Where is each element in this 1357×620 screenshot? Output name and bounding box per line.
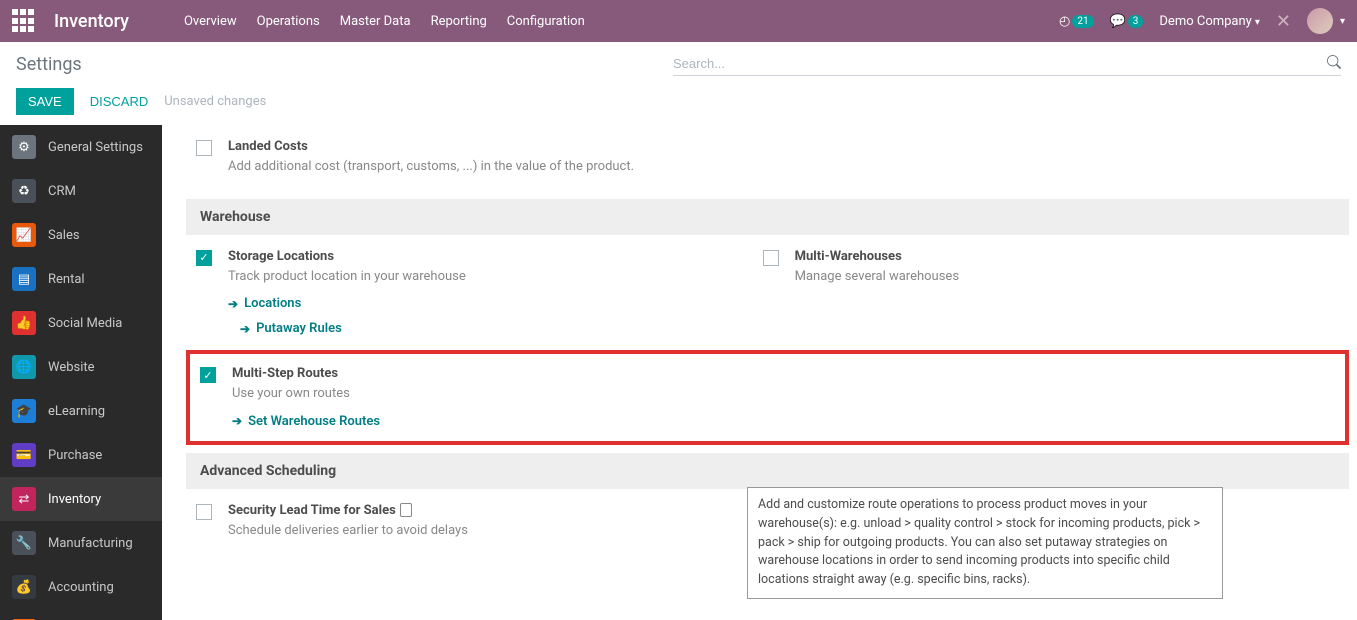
- sidebar-item-inventory[interactable]: ⇄ Inventory: [0, 477, 162, 521]
- setting-title: Multi-Step Routes: [232, 366, 1335, 381]
- messages-button[interactable]: 💬 3: [1110, 14, 1144, 29]
- sidebar-item-general-settings[interactable]: ⚙ General Settings: [0, 125, 162, 169]
- highlighted-multistep: Multi-Step Routes Use your own routes ➔S…: [186, 350, 1349, 445]
- sidebar-item-rental[interactable]: ▤ Rental: [0, 257, 162, 301]
- arrow-right-icon: ➔: [228, 297, 238, 311]
- sidebar-item-purchase[interactable]: 💳 Purchase: [0, 433, 162, 477]
- setting-desc: Track product location in your warehouse: [228, 267, 745, 287]
- avatar: [1307, 8, 1333, 34]
- user-menu[interactable]: ▾: [1307, 8, 1345, 34]
- sidebar-item-label: Social Media: [48, 316, 122, 331]
- sidebar-item-label: Accounting: [48, 580, 114, 595]
- sidebar-item-label: Inventory: [48, 492, 101, 507]
- sidebar-item-label: eLearning: [48, 404, 105, 419]
- page-title: Settings: [16, 54, 82, 75]
- chevron-down-icon: ▾: [1340, 16, 1345, 27]
- sidebar-item-label: Manufacturing: [48, 536, 133, 551]
- link-putaway-rules[interactable]: ➔Putaway Rules: [240, 321, 745, 336]
- close-icon[interactable]: ✕: [1276, 11, 1291, 32]
- checkbox-landed-costs[interactable]: [196, 140, 212, 156]
- top-navbar: Inventory Overview Operations Master Dat…: [0, 0, 1357, 42]
- nav-master-data[interactable]: Master Data: [340, 14, 411, 29]
- chat-icon: 💬: [1110, 14, 1126, 29]
- sidebar-icon: 💰: [12, 575, 36, 599]
- message-count: 3: [1128, 15, 1144, 28]
- sidebar-item-label: Purchase: [48, 448, 102, 463]
- checkbox-storage-locations[interactable]: [196, 250, 212, 266]
- setting-desc: Use your own routes: [232, 384, 1335, 404]
- link-locations[interactable]: ➔Locations: [228, 296, 745, 311]
- search-icon[interactable]: [1327, 55, 1341, 73]
- sidebar-icon: ⚙: [12, 135, 36, 159]
- search-input[interactable]: [673, 52, 1327, 75]
- sidebar-item-accounting[interactable]: 💰 Accounting: [0, 565, 162, 609]
- setting-title: Security Lead Time for Sales: [228, 503, 745, 518]
- checkbox-security-lead-sales[interactable]: [196, 504, 212, 520]
- company-selector[interactable]: Demo Company▾: [1159, 14, 1259, 29]
- tooltip: Add and customize route operations to pr…: [747, 487, 1223, 599]
- setting-title: Landed Costs: [228, 139, 745, 154]
- setting-title: Storage Locations: [228, 249, 745, 264]
- sidebar-item-crm[interactable]: ♻ CRM: [0, 169, 162, 213]
- sidebar-icon: 💳: [12, 443, 36, 467]
- sidebar-item-label: Rental: [48, 272, 85, 287]
- sidebar-icon: ▤: [12, 267, 36, 291]
- apps-icon[interactable]: [12, 9, 36, 33]
- nav-overview[interactable]: Overview: [184, 14, 237, 29]
- activity-count: 21: [1072, 15, 1093, 28]
- nav-configuration[interactable]: Configuration: [507, 14, 585, 29]
- nav-operations[interactable]: Operations: [257, 14, 320, 29]
- sidebar-item-label: Sales: [48, 228, 80, 243]
- setting-title: Multi-Warehouses: [795, 249, 1312, 264]
- link-set-warehouse-routes[interactable]: ➔Set Warehouse Routes: [232, 414, 1335, 429]
- setting-desc: Add additional cost (transport, customs,…: [228, 157, 745, 177]
- nav-reporting[interactable]: Reporting: [431, 14, 487, 29]
- checkbox-multi-warehouses[interactable]: [763, 250, 779, 266]
- chevron-down-icon: ▾: [1255, 17, 1260, 28]
- arrow-right-icon: ➔: [240, 322, 250, 336]
- sidebar-item-elearning[interactable]: 🎓 eLearning: [0, 389, 162, 433]
- discard-button[interactable]: DISCARD: [90, 94, 149, 109]
- activity-button[interactable]: ◴ 21: [1059, 14, 1094, 29]
- clock-icon: ◴: [1059, 14, 1070, 29]
- sidebar-item-label: CRM: [48, 184, 76, 199]
- app-title: Inventory: [54, 11, 129, 32]
- setting-desc: Manage several warehouses: [795, 267, 1312, 287]
- topnav-menu: Overview Operations Master Data Reportin…: [184, 14, 585, 29]
- sidebar-icon: ♻: [12, 179, 36, 203]
- settings-sidebar: ⚙ General Settings ♻ CRM 📈 Sales ▤ Rental 👍 Socia…: [0, 125, 162, 620]
- save-button[interactable]: SAVE: [16, 88, 74, 115]
- actions-bar: SAVE DISCARD Unsaved changes: [0, 84, 1357, 125]
- unsaved-label: Unsaved changes: [164, 94, 266, 109]
- doc-icon[interactable]: [400, 503, 412, 517]
- sidebar-item-label: General Settings: [48, 140, 143, 155]
- sidebar-item-manufacturing[interactable]: 🔧 Manufacturing: [0, 521, 162, 565]
- control-bar: Settings: [0, 42, 1357, 84]
- checkbox-multi-step-routes[interactable]: [200, 367, 216, 383]
- search-wrap: [673, 52, 1341, 76]
- sidebar-icon: 🌐: [12, 355, 36, 379]
- section-advanced-scheduling: Advanced Scheduling: [186, 453, 1349, 489]
- sidebar-icon: ⇄: [12, 487, 36, 511]
- setting-desc: Schedule deliveries earlier to avoid del…: [228, 521, 745, 541]
- sidebar-icon: 🎓: [12, 399, 36, 423]
- sidebar-item-payroll[interactable]: ▦Payroll: [0, 609, 162, 620]
- sidebar-icon: 📈: [12, 223, 36, 247]
- arrow-right-icon: ➔: [232, 414, 242, 428]
- sidebar-item-sales[interactable]: 📈 Sales: [0, 213, 162, 257]
- sidebar-item-social-media[interactable]: 👍 Social Media: [0, 301, 162, 345]
- sidebar-icon: 👍: [12, 311, 36, 335]
- section-warehouse: Warehouse: [186, 199, 1349, 235]
- sidebar-item-website[interactable]: 🌐 Website: [0, 345, 162, 389]
- sidebar-icon: 🔧: [12, 531, 36, 555]
- settings-content: Landed Costs Add additional cost (transp…: [162, 125, 1357, 620]
- sidebar-item-label: Website: [48, 360, 95, 375]
